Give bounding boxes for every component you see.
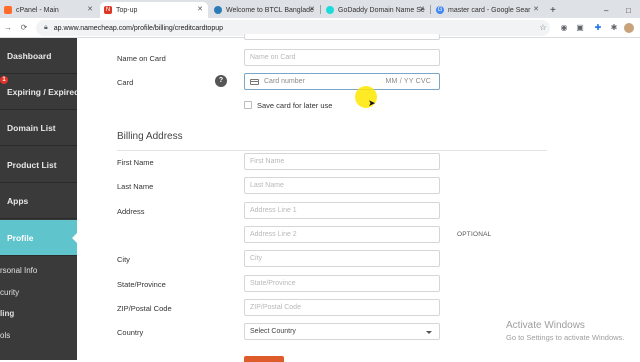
previous-field-edge [244, 34, 440, 40]
zip-input[interactable]: ZIP/Postal Code [244, 299, 440, 316]
zip-label: ZIP/Postal Code [117, 304, 172, 313]
sidebar-item-dashboard[interactable]: Dashboard [0, 38, 77, 74]
sidebar-item-apps[interactable]: Apps [0, 183, 77, 219]
maximize-button[interactable]: □ [622, 2, 636, 18]
extension-icon[interactable]: ▣ [574, 22, 586, 34]
url-text: ap.www.namecheap.com/profile/billing/cre… [53, 24, 223, 32]
godaddy-favicon-icon [326, 6, 334, 14]
tab-strip: cPanel - Main ✕ N Top-up ✕ Welcome to BT… [0, 0, 640, 18]
new-tab-button[interactable]: + [546, 2, 560, 18]
camera-icon[interactable]: ◉ [558, 22, 570, 34]
submit-button[interactable] [244, 356, 284, 362]
credit-card-icon [250, 78, 259, 85]
close-tab-icon[interactable]: ✕ [533, 5, 539, 13]
chevron-down-icon [426, 331, 432, 334]
sidebar-item-profile[interactable]: Profile [0, 220, 78, 256]
namecheap-favicon-icon: N [104, 6, 112, 14]
mouse-pointer-icon: ➤ [368, 98, 376, 108]
address-line2-input[interactable]: Address Line 2 [244, 226, 440, 243]
help-icon[interactable]: ? [215, 75, 227, 87]
last-name-input[interactable]: Last Name [244, 177, 440, 194]
tab-google[interactable]: G master card - Google Sear ✕ [432, 2, 544, 18]
state-label: State/Province [117, 280, 166, 289]
name-on-card-label: Name on Card [117, 54, 166, 63]
state-input[interactable]: State/Province [244, 275, 440, 292]
close-tab-icon[interactable]: ✕ [419, 5, 425, 13]
tab-title: Welcome to BTCL Banglade [226, 6, 314, 14]
windows-activation-watermark: Activate Windows Go to Settings to activ… [506, 320, 625, 342]
minimize-button[interactable]: – [600, 2, 614, 18]
card-number-input[interactable]: Card number MM / YY CVC [244, 73, 440, 90]
tab-cpanel[interactable]: cPanel - Main ✕ [0, 2, 98, 18]
city-input[interactable]: City [244, 250, 440, 267]
last-name-label: Last Name [117, 182, 154, 191]
first-name-label: First Name [117, 158, 154, 167]
close-tab-icon[interactable]: ✕ [197, 5, 203, 13]
close-tab-icon[interactable]: ✕ [309, 5, 315, 13]
avatar[interactable] [624, 23, 634, 33]
tab-btcl[interactable]: Welcome to BTCL Banglade ✕ [210, 2, 320, 18]
puzzle-icon[interactable]: ✱ [608, 22, 620, 34]
forward-icon[interactable]: → [2, 22, 14, 34]
sidebar-subitem-personal-info[interactable]: rsonal Info [0, 260, 77, 280]
card-label: Card [117, 78, 134, 87]
sidebar-subitem-billing[interactable]: ling [0, 303, 77, 323]
city-label: City [117, 255, 130, 264]
country-label: Country [117, 328, 144, 337]
address-line1-input[interactable]: Address Line 1 [244, 202, 440, 219]
new-extension-icon[interactable]: ✚ [592, 22, 604, 34]
billing-form: Name on Card Name on Card Card ? Card nu… [77, 34, 640, 362]
save-card-checkbox[interactable] [244, 101, 252, 109]
google-favicon-icon: G [436, 6, 444, 14]
star-icon[interactable]: ☆ [537, 22, 549, 34]
globe-favicon-icon [214, 6, 222, 14]
billing-address-heading: Billing Address [117, 131, 183, 142]
first-name-input[interactable]: First Name [244, 153, 440, 170]
tab-topup[interactable]: N Top-up ✕ [100, 2, 208, 18]
name-on-card-input[interactable]: Name on Card [244, 49, 440, 66]
alert-badge: 1 [0, 76, 8, 84]
sidebar-subitem-security[interactable]: curity [0, 282, 77, 302]
divider [117, 150, 547, 151]
tab-godaddy[interactable]: GoDaddy Domain Name Se ✕ [322, 2, 430, 18]
sidebar-item-domain-list[interactable]: Domain List [0, 110, 77, 146]
tab-title: GoDaddy Domain Name Se [338, 6, 425, 14]
tab-title: master card - Google Sear [448, 6, 531, 14]
close-tab-icon[interactable]: ✕ [87, 5, 93, 13]
expiry-cvc-field[interactable]: MM / YY CVC [385, 78, 431, 85]
tab-separator [430, 5, 431, 14]
tab-title: Top-up [116, 6, 138, 14]
optional-tag: OPTIONAL [457, 231, 492, 238]
sidebar-item-product-list[interactable]: Product List [0, 147, 77, 183]
reload-icon[interactable]: ⟳ [18, 22, 30, 34]
sidebar-item-expiring[interactable]: 1 Expiring / Expired [0, 74, 79, 110]
tab-title: cPanel - Main [16, 6, 59, 14]
country-select[interactable]: Select Country [244, 323, 440, 340]
lock-icon: 🔒︎ [44, 24, 48, 31]
address-label: Address [117, 207, 145, 216]
sidebar-subitem-tools[interactable]: ols [0, 325, 77, 345]
save-card-label: Save card for later use [257, 101, 333, 110]
cpanel-favicon-icon [4, 6, 12, 14]
sidebar: Dashboard 1 Expiring / Expired Domain Li… [0, 38, 79, 360]
tab-separator [320, 5, 321, 14]
